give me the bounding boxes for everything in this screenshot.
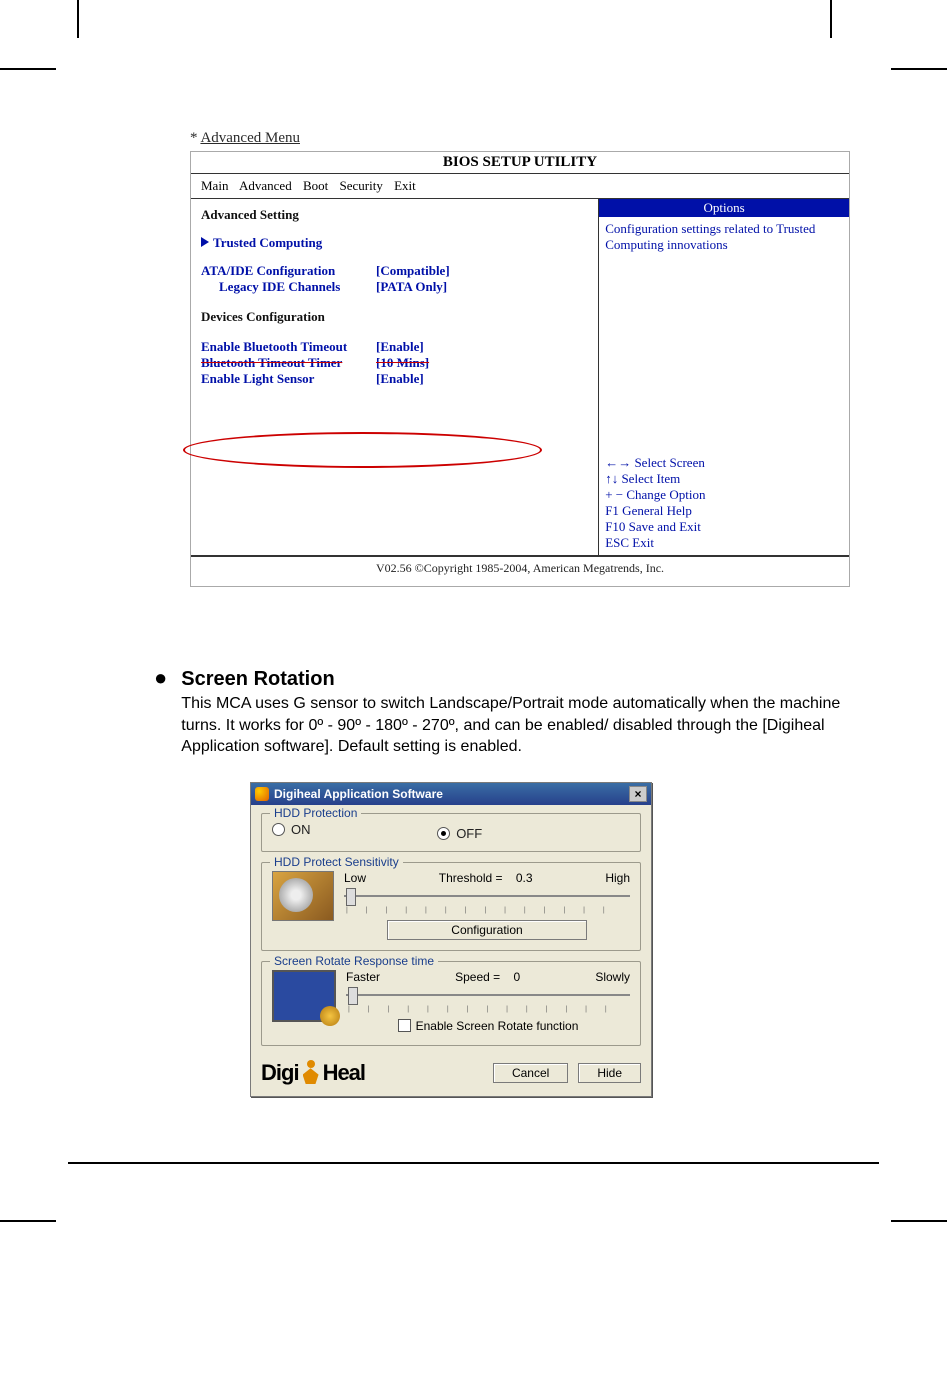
hdd-icon [272,871,334,921]
hdd-off-radio[interactable]: OFF [437,826,482,841]
triangle-icon [201,237,209,247]
cancel-button[interactable]: Cancel [493,1063,568,1083]
help-select-item: ↑↓ Select Item [605,471,843,487]
section-body: This MCA uses G sensor to switch Landsca… [181,693,850,758]
close-icon[interactable]: × [629,786,647,802]
digiheal-dialog: Digiheal Application Software × HDD Prot… [250,782,652,1098]
bios-tab-security[interactable]: Security [340,178,383,193]
bios-tabs: Main Advanced Boot Security Exit [191,173,849,199]
hdd-protection-group: HDD Protection ON OFF [261,813,641,852]
section-title: Screen Rotation [181,668,850,691]
speed-value: 0 [514,970,521,984]
rotate-ticks: | | | | | | | | | | | | | | [348,1006,630,1013]
sensitivity-slider[interactable] [344,887,630,905]
enable-rotate-checkbox[interactable]: Enable Screen Rotate function [398,1019,579,1033]
devices-config-heading: Devices Configuration [201,309,588,325]
low-label: Low [344,871,366,885]
hide-button[interactable]: Hide [578,1063,641,1083]
bios-tab-boot[interactable]: Boot [303,178,328,193]
options-header: Options [599,199,849,217]
sensitivity-ticks: | | | | | | | | | | | | | | [346,907,630,914]
bios-title: BIOS SETUP UTILITY [191,152,849,173]
monitor-icon [272,970,336,1022]
trusted-computing-item[interactable]: Trusted Computing [201,235,588,251]
high-label: High [605,871,630,885]
ata-ide-config-item[interactable]: ATA/IDE Configuration[Compatible] [201,263,588,279]
help-save-exit: F10 Save and Exit [605,519,843,535]
screen-rotate-group: Screen Rotate Response time Faster Speed… [261,961,641,1047]
dialog-title: Digiheal Application Software [274,787,443,801]
bios-screenshot: BIOS SETUP UTILITY Main Advanced Boot Se… [190,151,850,587]
configuration-button[interactable]: Configuration [387,920,587,940]
light-sensor-item[interactable]: Enable Light Sensor[Enable] [201,371,588,387]
hdd-protection-legend: HDD Protection [270,806,361,820]
advanced-setting-heading: Advanced Setting [201,207,588,223]
speed-label: Speed = [455,970,500,984]
legacy-ide-item[interactable]: Legacy IDE Channels[PATA Only] [201,279,588,295]
bluetooth-timeout-item[interactable]: Enable Bluetooth Timeout[Enable] [201,339,588,355]
slowly-label: Slowly [595,970,630,984]
bluetooth-timer-item[interactable]: Bluetooth Timeout Timer[10 Mins] [201,355,588,371]
red-circle-annotation [183,432,542,468]
logo-man-icon [301,1060,321,1086]
help-general-help: F1 General Help [605,503,843,519]
help-esc-exit: ESC Exit [605,535,843,551]
help-select-screen: ←→ Select Screen [605,455,843,471]
bios-section-label: * Advanced Menu [190,130,850,147]
bios-tab-exit[interactable]: Exit [394,178,416,193]
bios-footer: V02.56 ©Copyright 1985-2004, American Me… [191,556,849,586]
hdd-sensitivity-legend: HDD Protect Sensitivity [270,855,403,869]
threshold-label: Threshold = [439,871,503,885]
screen-rotate-legend: Screen Rotate Response time [270,954,438,968]
app-icon [255,787,269,801]
bios-tab-main[interactable]: Main [201,178,228,193]
bios-left-panel: Advanced Setting Trusted Computing ATA/I… [191,199,598,556]
bios-right-panel: Options Configuration settings related t… [598,199,849,556]
digiheal-logo: DigiHeal [261,1060,365,1086]
threshold-value: 0.3 [516,871,533,885]
bios-tab-advanced[interactable]: Advanced [239,178,292,193]
hdd-on-radio[interactable]: ON [272,822,311,837]
help-change-option: + − Change Option [605,487,843,503]
bullet-icon: ● [154,667,167,689]
bios-help-keys: ←→ Select Screen ↑↓ Select Item + − Chan… [599,451,849,555]
options-description: Configuration settings related to Truste… [599,217,849,451]
rotate-slider[interactable] [346,986,630,1004]
faster-label: Faster [346,970,380,984]
dialog-titlebar: Digiheal Application Software × [251,783,651,805]
hdd-sensitivity-group: HDD Protect Sensitivity Low Threshold = … [261,862,641,951]
